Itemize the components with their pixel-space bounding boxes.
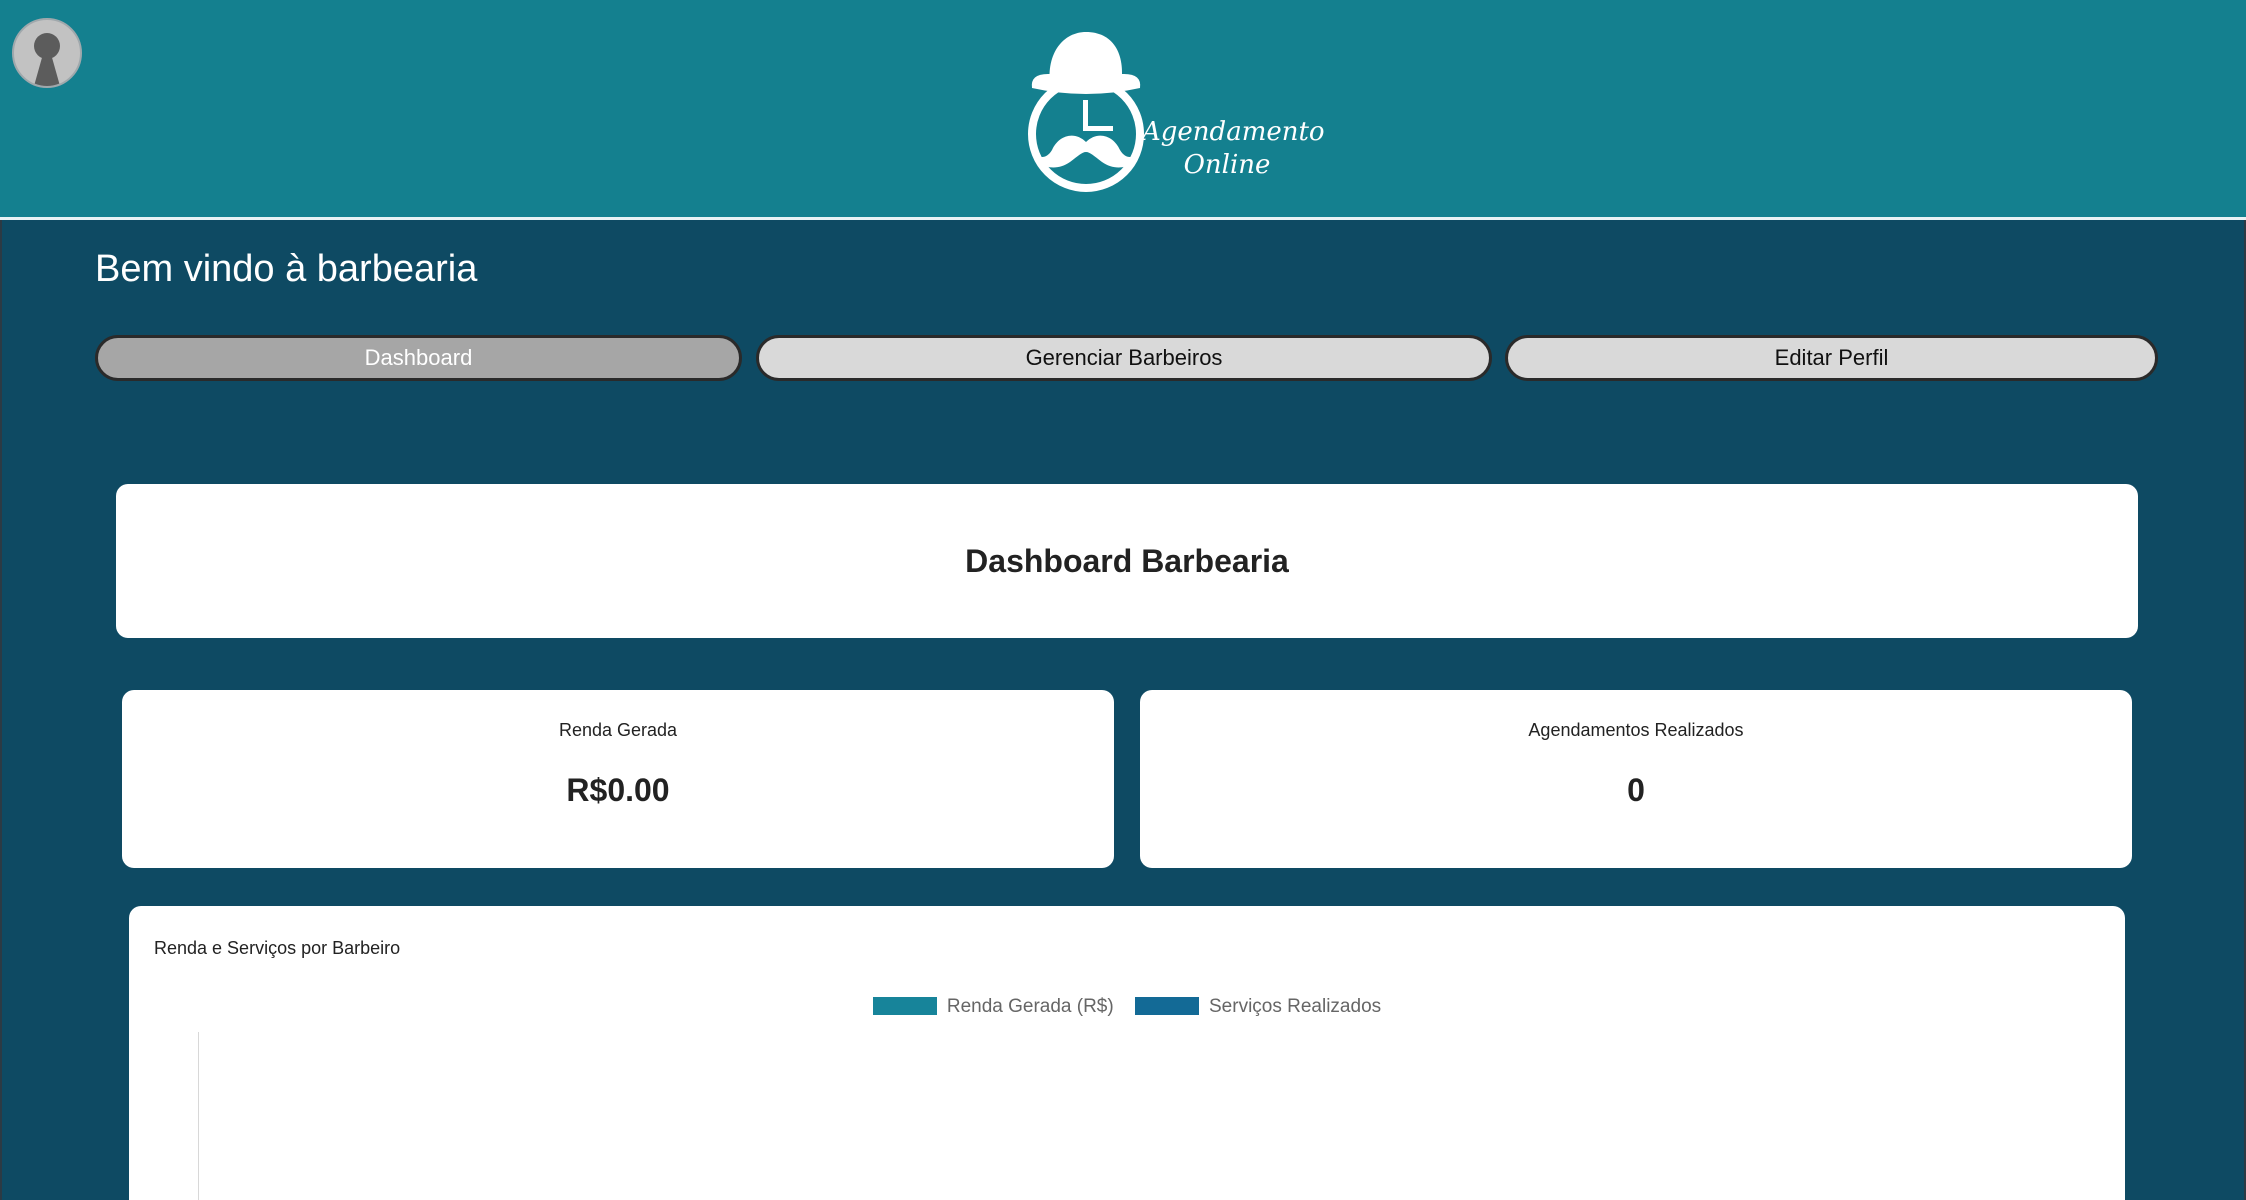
app-header: Agendamento Online: [0, 0, 2246, 220]
legend-swatch: [872, 997, 937, 1015]
chart-y-axis: [198, 1032, 199, 1200]
stat-card-renda: Renda Gerada R$0.00: [122, 690, 1114, 868]
legend-item-renda[interactable]: Renda Gerada (R$): [872, 996, 1114, 1018]
dashboard-title-card: Dashboard Barbearia: [116, 484, 2138, 638]
dashboard-title: Dashboard Barbearia: [965, 543, 1289, 579]
logo-line2: Online: [1183, 150, 1271, 180]
tab-dashboard[interactable]: Dashboard: [95, 335, 742, 381]
stat-value: 0: [1627, 772, 1645, 808]
legend-item-servicos[interactable]: Serviços Realizados: [1135, 996, 1381, 1018]
chart-legend: Renda Gerada (R$) Serviços Realizados: [129, 996, 2125, 1018]
user-silhouette-icon: [34, 33, 60, 86]
stat-label: Agendamentos Realizados: [1528, 720, 1744, 740]
chart-title: Renda e Serviços por Barbeiro: [154, 938, 401, 958]
chart-card: Renda e Serviços por Barbeiro Renda Gera…: [129, 906, 2125, 1200]
legend-swatch: [1135, 997, 1199, 1015]
stat-label: Renda Gerada: [558, 720, 678, 740]
logo-text: Agendamento Online: [1142, 116, 1325, 182]
stat-card-agendamentos: Agendamentos Realizados 0: [1140, 690, 2132, 868]
legend-label: Serviços Realizados: [1209, 996, 1382, 1017]
tab-gerenciar-barbeiros[interactable]: Gerenciar Barbeiros: [756, 335, 1492, 381]
logo-line1: Agendamento: [1142, 117, 1325, 147]
stat-value: R$0.00: [566, 772, 670, 808]
legend-label: Renda Gerada (R$): [946, 996, 1114, 1017]
page-title: Bem vindo à barbearia: [95, 248, 478, 290]
avatar[interactable]: [12, 18, 82, 88]
tab-editar-perfil[interactable]: Editar Perfil: [1505, 335, 2158, 381]
